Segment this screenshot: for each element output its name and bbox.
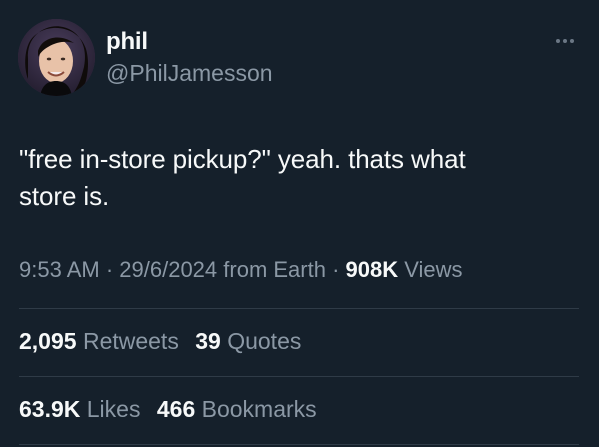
tweet-source: from Earth <box>217 257 326 282</box>
tweet-metadata: 9:53 AM · 29/6/2024 from Earth · 908K Vi… <box>19 257 463 283</box>
separator: · <box>325 257 346 282</box>
avatar[interactable] <box>18 19 95 96</box>
tweet-text-line: store is. <box>19 181 110 211</box>
retweets-link[interactable]: 2,095 Retweets <box>19 328 179 354</box>
tweet-date[interactable]: 29/6/2024 <box>119 257 217 282</box>
views-count: 908K <box>345 257 399 282</box>
repost-stats-row: 2,095 Retweets 39 Quotes <box>19 328 311 355</box>
more-options-button[interactable] <box>556 36 578 46</box>
likes-count: 63.9K <box>19 396 81 422</box>
more-horizontal-icon <box>556 39 560 43</box>
likes-label: Likes <box>80 396 141 422</box>
retweets-count: 2,095 <box>19 328 77 354</box>
divider <box>19 308 579 309</box>
tweet-text-line: "free in-store pickup?" yeah. thats what <box>19 144 466 174</box>
quotes-link[interactable]: 39 Quotes <box>195 328 301 354</box>
bookmarks-label: Bookmarks <box>195 396 317 422</box>
separator: · <box>99 257 120 282</box>
retweets-label: Retweets <box>76 328 179 354</box>
avatar-image <box>18 19 95 96</box>
bookmarks-link[interactable]: 466 Bookmarks <box>157 396 317 422</box>
user-handle[interactable]: @PhilJamesson <box>106 60 273 87</box>
tweet-card: phil @PhilJamesson "free in-store pickup… <box>0 0 599 447</box>
quotes-label: Quotes <box>220 328 302 354</box>
likes-link[interactable]: 63.9K Likes <box>19 396 140 422</box>
engagement-stats-row: 63.9K Likes 466 Bookmarks <box>19 396 327 423</box>
divider <box>19 444 579 445</box>
quotes-count: 39 <box>195 328 221 354</box>
bookmarks-count: 466 <box>156 396 196 422</box>
tweet-text: "free in-store pickup?" yeah. thats what… <box>19 141 579 215</box>
display-name[interactable]: phil <box>106 28 148 56</box>
divider <box>19 376 579 377</box>
views-label: Views <box>398 257 463 282</box>
more-horizontal-icon-dot <box>570 39 574 43</box>
more-horizontal-icon-dot <box>563 39 567 43</box>
tweet-time[interactable]: 9:53 AM <box>19 257 100 282</box>
